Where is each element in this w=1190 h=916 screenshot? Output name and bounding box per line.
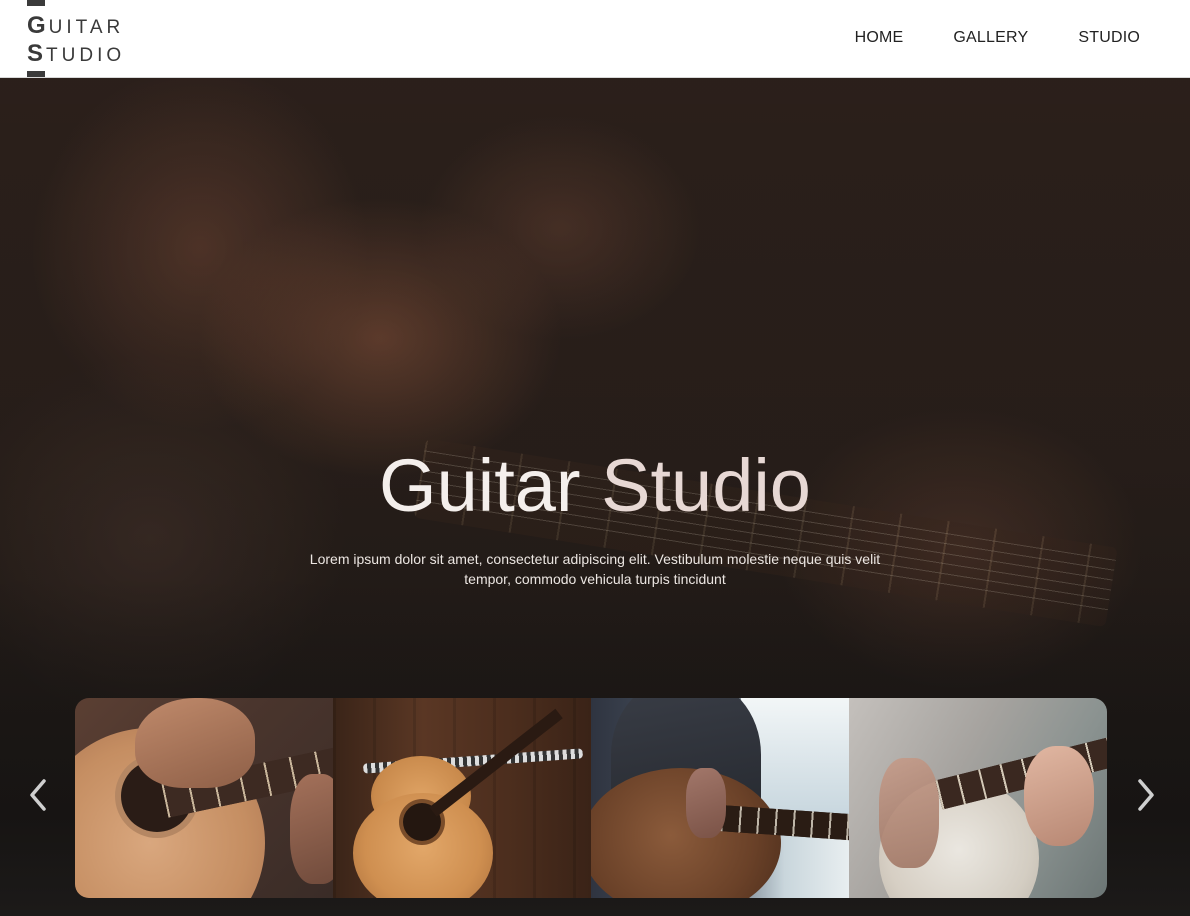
logo-text-uitar: UITAR <box>48 17 125 38</box>
nav-item-gallery[interactable]: GALLERY <box>953 29 1028 47</box>
hand-shape <box>1024 746 1094 846</box>
site-logo[interactable]: G UITAR S TUDIO <box>27 0 147 78</box>
hero-title-part2: Studio <box>601 444 811 527</box>
hero-section: Guitar Studio Lorem ipsum dolor sit amet… <box>0 78 1190 916</box>
hero-description: Lorem ipsum dolor sit amet, consectetur … <box>309 551 881 587</box>
carousel-slide-2[interactable] <box>333 698 591 898</box>
hand-shape <box>135 698 255 788</box>
logo-text-tudio: TUDIO <box>46 45 126 66</box>
logo-initial-s: S <box>27 40 45 67</box>
logo-line-2: S TUDIO <box>27 40 125 68</box>
nav-item-studio[interactable]: STUDIO <box>1078 29 1140 47</box>
hand-shape <box>879 758 939 868</box>
hero-title-part1: Guitar <box>379 444 581 527</box>
main-nav: HOME GALLERY STUDIO <box>805 29 1140 47</box>
logo-initial-g: G <box>27 12 47 39</box>
logo-line-1: G UITAR <box>27 12 124 40</box>
site-header: G UITAR S TUDIO HOME GALLERY STUDIO <box>0 0 1190 78</box>
carousel-slide-3[interactable] <box>591 698 849 898</box>
hand-shape <box>290 774 333 884</box>
gallery-carousel <box>75 698 1107 898</box>
carousel-prev-button[interactable] <box>24 775 54 815</box>
chevron-right-icon <box>1138 779 1154 811</box>
nav-item-home[interactable]: HOME <box>855 29 904 47</box>
carousel-slide-4[interactable] <box>849 698 1107 898</box>
logo-bar-top <box>27 0 45 6</box>
carousel-next-button[interactable] <box>1130 775 1160 815</box>
carousel-slide-1[interactable] <box>75 698 333 898</box>
chevron-left-icon <box>30 779 46 811</box>
hero-title: Guitar Studio <box>0 443 1190 528</box>
logo-bar-bottom <box>27 71 45 77</box>
arm-shape <box>686 768 726 838</box>
